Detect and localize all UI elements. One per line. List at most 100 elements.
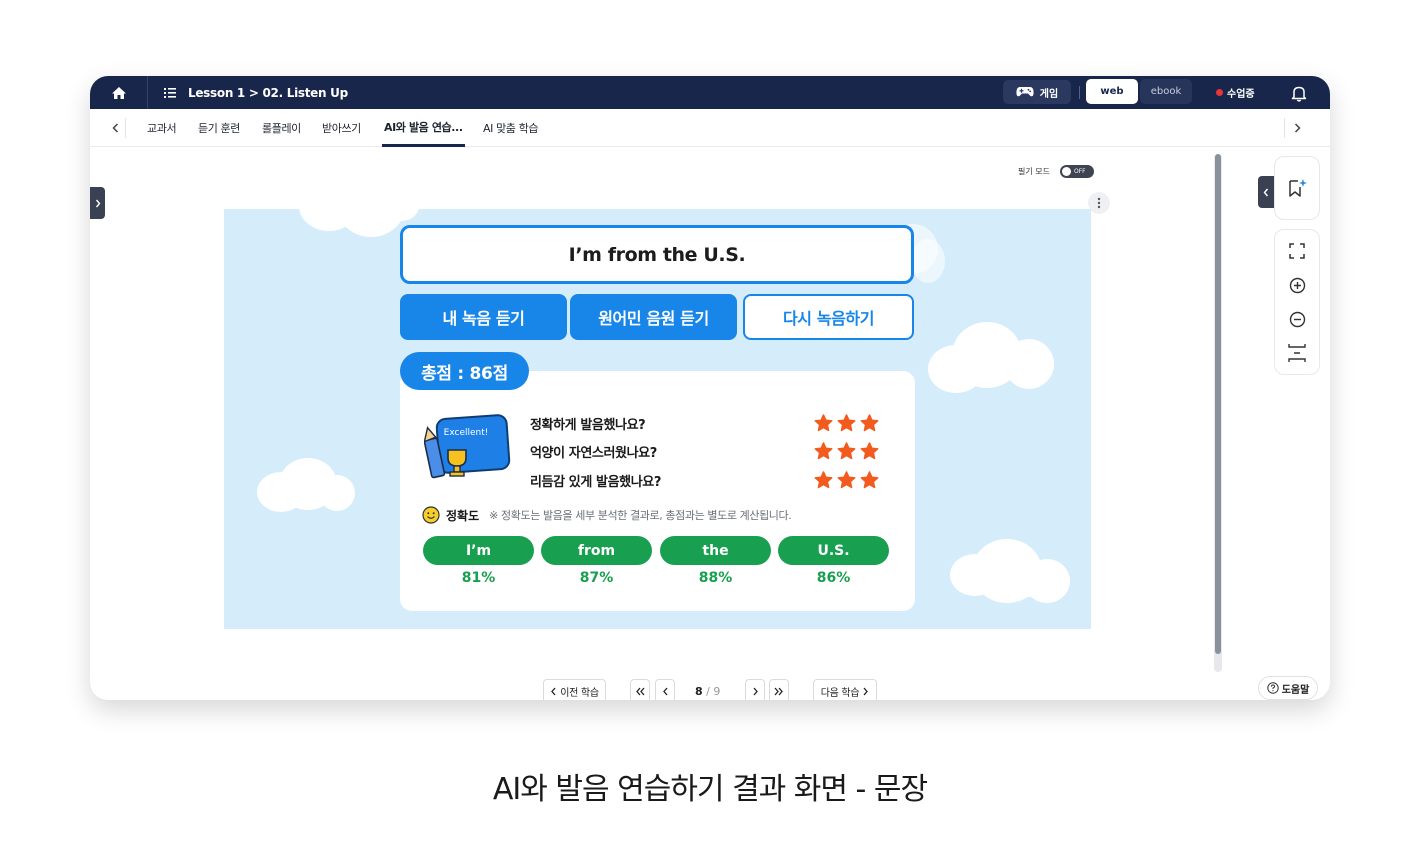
rating-stars <box>814 414 879 432</box>
word-pill: I’m <box>423 536 534 565</box>
cloud-decoration <box>319 475 355 511</box>
home-icon <box>111 86 126 99</box>
list-icon <box>164 87 176 98</box>
star-icon <box>860 414 879 432</box>
activity-stage: I’m from the U.S. 내 녹음 듣기 원어민 음원 듣기 다시 녹… <box>224 209 1091 629</box>
chevron-left-icon <box>1263 188 1269 196</box>
bookmark-sparkle-icon <box>1289 179 1307 197</box>
word-pill: the <box>660 536 771 565</box>
accuracy-note: ※ 정확도는 발음을 세부 분석한 결과로, 총점과는 별도로 계산됩니다. <box>489 509 792 522</box>
game-button[interactable]: 게임 <box>1003 80 1071 104</box>
app-window: Lesson 1 > 02. Listen Up 게임 web ebook 수업… <box>90 76 1330 700</box>
zoom-out-icon <box>1289 311 1305 327</box>
screen-caption: AI와 발음 연습하기 결과 화면 - 문장 <box>492 772 928 807</box>
tabs-prev-button[interactable] <box>106 118 126 138</box>
next-lesson-label: 다음 학습 <box>820 687 860 699</box>
chevron-left-icon <box>662 687 667 695</box>
star-icon <box>860 471 879 489</box>
rating-stars <box>814 471 879 489</box>
home-button[interactable] <box>90 76 148 109</box>
my-recording-button[interactable]: 내 녹음 듣기 <box>400 294 567 340</box>
kebab-menu-icon <box>1097 197 1101 209</box>
help-button[interactable]: 도움말 <box>1258 676 1318 700</box>
fit-height-button[interactable] <box>1275 336 1319 370</box>
current-page: 8 <box>695 685 703 698</box>
live-label: 수업중 <box>1227 89 1255 100</box>
ebook-view-button[interactable]: ebook <box>1140 79 1192 104</box>
toggle-knob <box>1061 167 1071 176</box>
prev-lesson-button[interactable]: 이전 학습 <box>543 679 606 700</box>
target-sentence: I’m from the U.S. <box>400 225 914 284</box>
chevron-right-icon <box>863 687 869 695</box>
chevron-right-icon <box>95 199 100 207</box>
accuracy-title: 정확도 <box>446 508 480 523</box>
live-status[interactable]: 수업중 <box>1216 76 1255 109</box>
tab-textbook[interactable]: 교과서 <box>147 109 177 147</box>
cloud-decoration <box>984 569 1044 599</box>
zoom-out-button[interactable] <box>1275 302 1319 336</box>
breadcrumb-text: Lesson 1 > 02. Listen Up <box>188 85 348 100</box>
question-circle-icon <box>1266 682 1279 694</box>
star-icon <box>837 471 856 489</box>
fullscreen-button[interactable] <box>1275 234 1319 268</box>
live-dot-icon <box>1216 89 1223 96</box>
excellent-text: Excellent! <box>444 428 489 438</box>
word-pill: U.S. <box>778 536 889 565</box>
prev-lesson-label: 이전 학습 <box>560 687 599 699</box>
ai-bookmark-button[interactable] <box>1275 157 1319 219</box>
zoom-in-button[interactable] <box>1275 268 1319 302</box>
cloud-decoration <box>911 239 945 283</box>
left-panel-toggle[interactable] <box>90 187 105 219</box>
more-options-button[interactable] <box>1088 192 1110 214</box>
breadcrumb[interactable]: Lesson 1 > 02. Listen Up <box>164 76 348 109</box>
note-mode-control[interactable]: 필기 모드 OFF <box>1018 165 1094 178</box>
word-accuracy: 88% <box>698 570 733 586</box>
re-record-button[interactable]: 다시 녹음하기 <box>743 294 914 340</box>
chevron-right-icon <box>1294 123 1301 133</box>
word-pill: from <box>541 536 652 565</box>
view-tool-group <box>1274 229 1320 375</box>
lesson-tab-bar: 교과서 듣기 훈련 롤플레이 받아쓰기 AI와 발음 연습... AI 맞춤 학… <box>90 109 1330 147</box>
divider <box>1079 86 1080 99</box>
tab-listening-training[interactable]: 듣기 훈련 <box>198 109 240 147</box>
tab-ai-pronunciation[interactable]: AI와 발음 연습... <box>382 109 465 147</box>
rating-stars <box>814 442 879 460</box>
double-chevron-left-icon <box>636 687 645 695</box>
next-page-button[interactable] <box>745 679 765 700</box>
next-lesson-button[interactable]: 다음 학습 <box>813 679 877 700</box>
right-panel-toggle[interactable] <box>1258 176 1274 208</box>
native-audio-button[interactable]: 원어민 음원 듣기 <box>570 294 737 340</box>
star-icon <box>860 442 879 460</box>
chevron-left-icon <box>112 123 119 133</box>
note-mode-toggle[interactable]: OFF <box>1059 165 1094 178</box>
note-mode-label: 필기 모드 <box>1018 167 1050 176</box>
question-accuracy: 정확하게 발음했나요? <box>530 418 646 433</box>
notification-button[interactable] <box>1288 82 1310 104</box>
toggle-state: OFF <box>1073 168 1086 175</box>
fullscreen-icon <box>1289 243 1305 259</box>
first-page-button[interactable] <box>630 679 650 700</box>
total-score-badge: 총점 : 86점 <box>400 352 529 390</box>
last-page-button[interactable] <box>769 679 789 700</box>
star-icon <box>814 471 833 489</box>
tab-ai-custom-learning[interactable]: AI 맞춤 학습 <box>483 109 538 147</box>
tab-dictation[interactable]: 받아쓰기 <box>322 109 361 147</box>
scrollbar-thumb[interactable] <box>1215 154 1221 654</box>
prev-page-button[interactable] <box>655 679 675 700</box>
chevron-right-icon <box>753 687 758 695</box>
star-icon <box>814 414 833 432</box>
tabs-next-button[interactable] <box>1284 118 1310 138</box>
tab-roleplay[interactable]: 롤플레이 <box>262 109 301 147</box>
top-nav-bar: Lesson 1 > 02. Listen Up 게임 web ebook 수업… <box>90 76 1330 109</box>
page-indicator: 8 / 9 <box>695 685 720 698</box>
star-icon <box>837 414 856 432</box>
total-pages: / 9 <box>706 685 721 698</box>
double-chevron-right-icon <box>774 687 783 695</box>
help-label: 도움말 <box>1281 684 1310 696</box>
bell-icon <box>1291 86 1307 102</box>
zoom-in-icon <box>1289 277 1305 293</box>
cloud-decoration <box>1004 339 1054 389</box>
game-label: 게임 <box>1039 88 1059 100</box>
word-accuracy: 86% <box>816 570 851 586</box>
web-view-button[interactable]: web <box>1086 79 1138 104</box>
